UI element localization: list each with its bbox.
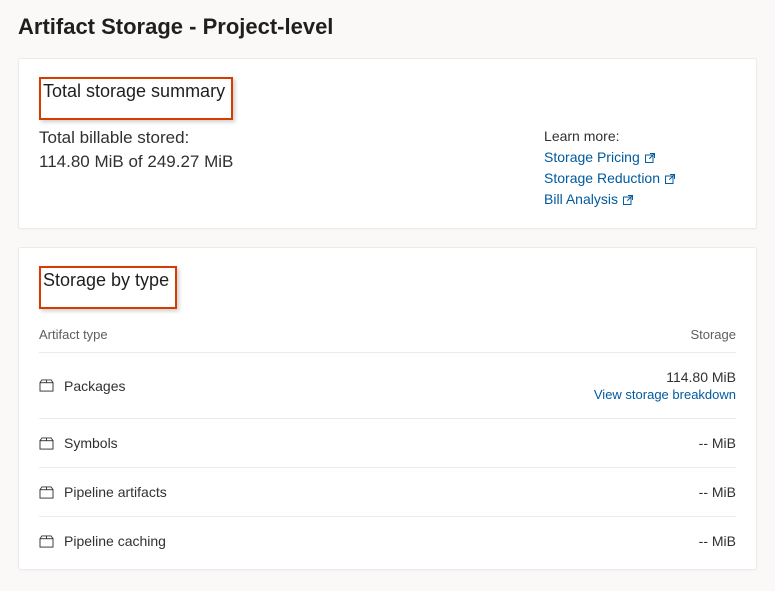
link-bill-analysis[interactable]: Bill Analysis (544, 189, 676, 210)
link-storage-pricing[interactable]: Storage Pricing (544, 147, 676, 168)
row-name: Symbols (64, 435, 118, 451)
package-icon (39, 535, 54, 548)
external-link-icon (664, 173, 676, 185)
package-icon (39, 437, 54, 450)
row-name: Pipeline caching (64, 533, 166, 549)
billable-text: Total billable stored: 114.80 MiB of 249… (39, 126, 233, 210)
summary-card: Total storage summary Total billable sto… (18, 58, 757, 229)
row-name: Pipeline artifacts (64, 484, 167, 500)
page-title: Artifact Storage - Project-level (0, 0, 775, 58)
package-icon (39, 486, 54, 499)
table-row: Pipeline caching -- MiB (39, 517, 736, 565)
link-label: Bill Analysis (544, 189, 618, 210)
table-row: Pipeline artifacts -- MiB (39, 468, 736, 517)
billable-label: Total billable stored: (39, 126, 233, 150)
col-storage: Storage (690, 327, 736, 342)
link-storage-reduction[interactable]: Storage Reduction (544, 168, 676, 189)
highlight-storage: Storage by type (39, 266, 177, 309)
row-name: Packages (64, 378, 125, 394)
storage-card: Storage by type Artifact type Storage Pa… (18, 247, 757, 570)
billable-value: 114.80 MiB of 249.27 MiB (39, 150, 233, 174)
row-value: -- MiB (699, 533, 736, 549)
link-label: Storage Reduction (544, 168, 660, 189)
learn-more-section: Learn more: Storage Pricing Storage Redu… (544, 126, 676, 210)
table-row: Symbols -- MiB (39, 419, 736, 468)
external-link-icon (644, 152, 656, 164)
external-link-icon (622, 194, 634, 206)
row-value: -- MiB (699, 484, 736, 500)
view-breakdown-link[interactable]: View storage breakdown (594, 387, 736, 402)
link-label: Storage Pricing (544, 147, 640, 168)
table-row: Packages 114.80 MiB View storage breakdo… (39, 353, 736, 419)
col-artifact-type: Artifact type (39, 327, 108, 342)
learn-more-label: Learn more: (544, 126, 676, 147)
highlight-summary: Total storage summary (39, 77, 233, 120)
row-value: 114.80 MiB (594, 369, 736, 385)
table-header: Artifact type Storage (39, 309, 736, 353)
row-value: -- MiB (699, 435, 736, 451)
package-icon (39, 379, 54, 392)
storage-header: Storage by type (43, 270, 169, 291)
summary-header: Total storage summary (43, 81, 225, 102)
